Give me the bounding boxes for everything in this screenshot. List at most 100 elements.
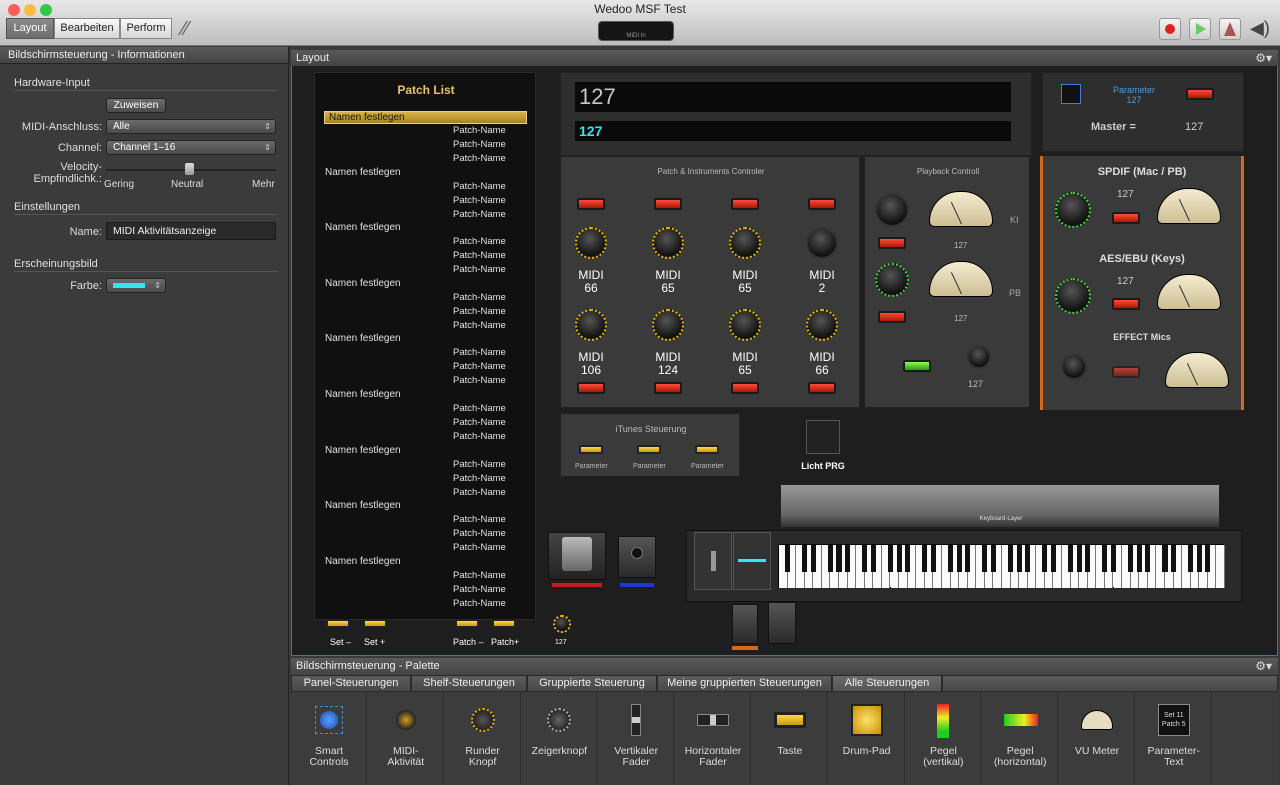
patch-name-item[interactable]: Patch-Name <box>453 542 506 553</box>
master-drum-pad[interactable] <box>1061 84 1081 104</box>
patch-name-item[interactable]: Patch-Name <box>453 292 506 303</box>
instrument-knob-8[interactable] <box>806 309 838 341</box>
black-key[interactable] <box>1136 545 1142 572</box>
black-key[interactable] <box>1068 545 1074 572</box>
black-key[interactable] <box>1145 545 1151 572</box>
sustain-pedal[interactable] <box>732 604 758 644</box>
velocity-slider-thumb[interactable] <box>185 163 194 175</box>
footswitch[interactable] <box>618 536 656 578</box>
record-button[interactable] <box>1159 18 1181 40</box>
black-key[interactable] <box>1025 545 1031 572</box>
palette-item-vu-meter[interactable]: VU Meter <box>1059 692 1135 785</box>
black-key[interactable] <box>887 545 894 572</box>
black-key[interactable] <box>785 545 791 572</box>
gear-icon[interactable]: ⚙▾ <box>1255 658 1272 675</box>
black-key[interactable] <box>1085 545 1091 572</box>
patch-group-label[interactable]: Namen festlegen <box>325 389 401 400</box>
patch-name-item[interactable]: Patch-Name <box>453 125 506 136</box>
patch-group-label[interactable]: Namen festlegen <box>325 445 401 456</box>
palette-item-smart-controls[interactable]: Smart Controls <box>291 692 367 785</box>
itunes-button-1[interactable] <box>579 445 603 454</box>
patch-name-item[interactable]: Patch-Name <box>453 403 506 414</box>
black-key[interactable] <box>810 545 816 572</box>
piano-keyboard[interactable] <box>778 544 1225 588</box>
patch-name-item[interactable]: Patch-Name <box>453 320 506 331</box>
pitch-wheel[interactable] <box>694 532 732 590</box>
itunes-button-2[interactable] <box>637 445 661 454</box>
spdif-knob[interactable] <box>1055 192 1091 228</box>
black-key[interactable] <box>965 545 971 572</box>
instrument-knob-3[interactable] <box>729 227 761 259</box>
black-key[interactable] <box>1110 545 1117 572</box>
black-key[interactable] <box>1128 545 1134 572</box>
black-key[interactable] <box>862 545 868 572</box>
patch-name-item[interactable]: Patch-Name <box>453 181 506 192</box>
color-picker[interactable]: ⇕ <box>106 278 166 293</box>
mode-perform-button[interactable]: Perform <box>120 18 172 39</box>
patch-group-label[interactable]: Namen festlegen <box>325 222 401 233</box>
black-key[interactable] <box>836 545 842 572</box>
set-plus-button[interactable] <box>363 619 387 628</box>
patch-name-item[interactable]: Patch-Name <box>453 347 506 358</box>
tab-grouped-controls[interactable]: Gruppierte Steuerung <box>527 675 657 692</box>
playback-button-1[interactable] <box>878 237 906 249</box>
patch-group-label[interactable]: Namen festlegen <box>324 111 527 124</box>
patch-name-item[interactable]: Patch-Name <box>453 264 506 275</box>
white-key[interactable] <box>1216 545 1225 588</box>
instrument-button-bottom-3[interactable] <box>731 382 759 394</box>
patch-name-item[interactable]: Patch-Name <box>453 584 506 595</box>
black-key[interactable] <box>845 545 851 572</box>
channel-select[interactable]: Channel 1–16 ⇕ <box>106 140 276 155</box>
speaker-icon[interactable]: ◀) <box>1250 18 1270 39</box>
black-key[interactable] <box>870 545 876 572</box>
patch-name-item[interactable]: Patch-Name <box>453 514 506 525</box>
black-key[interactable] <box>947 545 954 572</box>
playback-green-button[interactable] <box>903 360 931 372</box>
patch-name-item[interactable]: Patch-Name <box>453 598 506 609</box>
black-key[interactable] <box>802 545 808 572</box>
small-knob[interactable] <box>553 615 571 633</box>
instrument-knob-2[interactable] <box>652 227 684 259</box>
patch-group-label[interactable]: Namen festlegen <box>325 278 401 289</box>
gear-icon[interactable]: ⚙▾ <box>1255 50 1272 66</box>
mode-layout-button[interactable]: Layout <box>6 18 54 39</box>
midi-port-select[interactable]: Alle ⇕ <box>106 119 276 134</box>
expression-pedal[interactable] <box>548 532 606 580</box>
black-key[interactable] <box>1042 545 1048 572</box>
play-button[interactable] <box>1189 18 1211 40</box>
tab-all-controls[interactable]: Alle Steuerungen <box>832 675 942 692</box>
name-input[interactable]: MIDI Aktivitätsanzeige <box>106 222 276 240</box>
patch-minus-button[interactable] <box>455 619 479 628</box>
patch-name-item[interactable]: Patch-Name <box>453 417 506 428</box>
aes-button[interactable] <box>1112 298 1140 310</box>
instrument-button-top-4[interactable] <box>808 198 836 210</box>
patch-name-item[interactable]: Patch-Name <box>453 431 506 442</box>
volume-pedal[interactable] <box>768 602 796 644</box>
patch-group-label[interactable]: Namen festlegen <box>325 167 401 178</box>
aes-knob[interactable] <box>1055 278 1091 314</box>
instrument-knob-6[interactable] <box>652 309 684 341</box>
palette-item-level-vertical[interactable]: Pegel (vertikal) <box>905 692 982 785</box>
instrument-button-bottom-1[interactable] <box>577 382 605 394</box>
instrument-button-top-3[interactable] <box>731 198 759 210</box>
playback-knob-2[interactable] <box>875 263 909 297</box>
set-minus-button[interactable] <box>326 619 350 628</box>
effect-knob[interactable] <box>1061 354 1087 380</box>
black-key[interactable] <box>1050 545 1057 572</box>
patch-name-item[interactable]: Patch-Name <box>453 306 506 317</box>
palette-item-pointer-knob[interactable]: Zeigerknopf <box>521 692 598 785</box>
patch-plus-button[interactable] <box>492 619 516 628</box>
instrument-button-bottom-2[interactable] <box>654 382 682 394</box>
black-key[interactable] <box>990 545 996 572</box>
patch-name-item[interactable]: Patch-Name <box>453 139 506 150</box>
licht-drum-pad[interactable] <box>806 420 840 454</box>
black-key[interactable] <box>930 545 936 572</box>
black-key[interactable] <box>956 545 962 572</box>
mod-wheel[interactable] <box>733 532 771 590</box>
patch-group-label[interactable]: Namen festlegen <box>325 500 401 511</box>
black-key[interactable] <box>982 545 988 572</box>
black-key[interactable] <box>1196 545 1202 572</box>
black-key[interactable] <box>827 545 834 572</box>
patch-name-item[interactable]: Patch-Name <box>453 459 506 470</box>
spdif-button[interactable] <box>1112 212 1140 224</box>
